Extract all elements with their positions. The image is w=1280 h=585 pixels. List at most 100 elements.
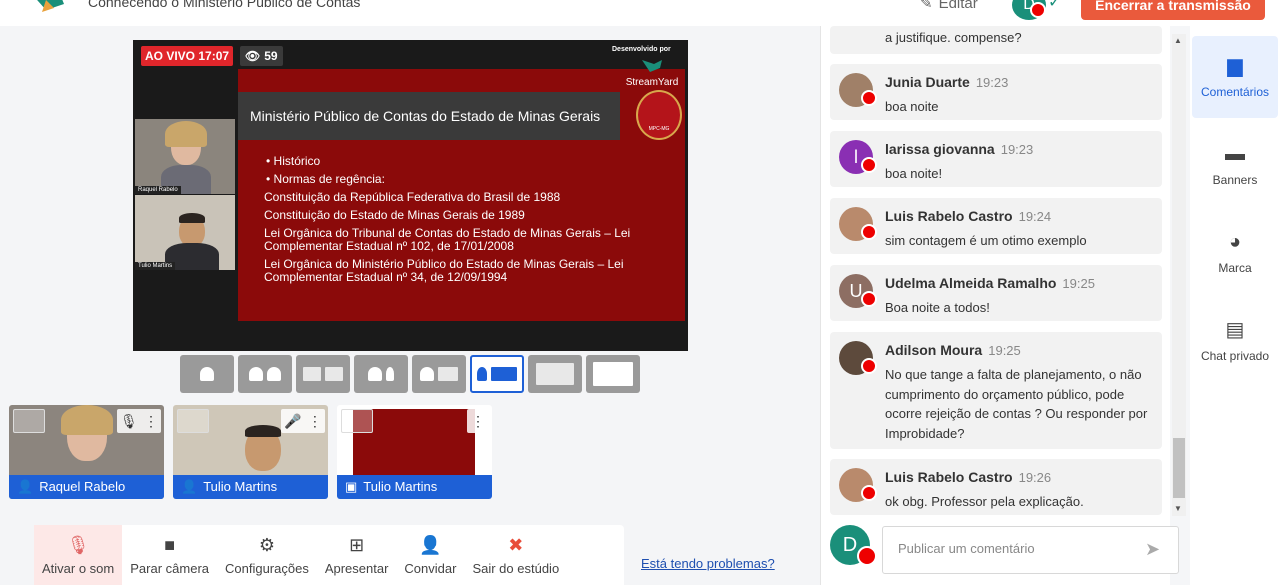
- message-time: 19:23: [975, 75, 1009, 90]
- more-icon[interactable]: ⋮: [308, 413, 322, 430]
- message-text: Boa noite a todos!: [885, 300, 990, 315]
- send-icon[interactable]: ➤: [1145, 539, 1160, 560]
- layout-fullscreen-button[interactable]: [586, 355, 640, 393]
- youtube-badge-icon: [861, 224, 877, 240]
- nav-comments[interactable]: ▆ Comentários: [1192, 36, 1278, 118]
- slide-line: Constituição do Estado de Minas Gerais d…: [264, 208, 525, 222]
- developed-by-label: Desenvolvido por: [612, 46, 671, 53]
- nav-banners[interactable]: ▬ Banners: [1192, 124, 1278, 206]
- add-to-stage-icon[interactable]: [177, 409, 209, 433]
- layout-group-button[interactable]: [238, 355, 292, 393]
- person-icon: 👤: [181, 479, 198, 494]
- youtube-badge-icon: [861, 358, 877, 374]
- chat-message[interactable]: Luis Rabelo Castro 19:24 sim contagem é u…: [830, 198, 1162, 254]
- edit-button[interactable]: ✎ Editar: [920, 0, 978, 12]
- mpc-emblem-icon: MPC-MG: [636, 90, 682, 140]
- message-text: No que tange a falta de planejamento, o …: [885, 367, 1148, 441]
- pencil-icon: ✎: [920, 0, 933, 12]
- gear-icon: ⚙: [258, 534, 275, 555]
- slide-line: Lei Orgânica do Tribunal de Contas do Es…: [264, 226, 631, 253]
- more-icon[interactable]: ⋮: [471, 413, 485, 430]
- stage-camera-name: Raquel Rabelo: [135, 186, 181, 194]
- chat-message[interactable]: l larissa giovanna 19:23 boa noite!: [830, 131, 1162, 187]
- layout-selector: [180, 355, 640, 393]
- chat-scrollbar-thumb[interactable]: [1173, 438, 1185, 498]
- streamyard-logo-icon: [37, 0, 64, 12]
- comment-input[interactable]: [898, 541, 1128, 556]
- close-circle-icon: ✖: [508, 534, 524, 555]
- message-author: Udelma Almeida Ramalho 19:25: [885, 275, 1095, 291]
- layout-group-2-button[interactable]: [296, 355, 350, 393]
- add-to-stage-icon[interactable]: [13, 409, 45, 433]
- invite-label: Convidar: [404, 560, 457, 576]
- screen-share-icon: ▣: [345, 479, 358, 494]
- scroll-up-icon[interactable]: ▲: [1174, 36, 1182, 45]
- layout-side-by-side-button[interactable]: [412, 355, 466, 393]
- add-to-stage-icon[interactable]: [341, 409, 373, 433]
- studio-controls: 🎙 Ativar o som ■ Parar câmera ⚙ Configur…: [34, 525, 624, 585]
- thumb-controls: 🎙 ⋮: [117, 409, 161, 433]
- slide-line: Lei Orgânica do Ministério Público do Es…: [264, 257, 624, 284]
- edit-label: Editar: [938, 0, 978, 12]
- chat-message[interactable]: Junia Duarte 19:23 boa noite: [830, 64, 1162, 120]
- present-button[interactable]: ⊞ Apresentar: [317, 525, 397, 585]
- side-nav: ▆ Comentários ▬ Banners ◕ Marca ▤ Chat p…: [1190, 26, 1280, 585]
- present-label: Apresentar: [324, 560, 389, 576]
- settings-label: Configurações: [225, 560, 309, 576]
- nav-private-chat[interactable]: ▤ Chat privado: [1192, 300, 1278, 382]
- camera-icon: ■: [164, 534, 176, 555]
- nav-brand[interactable]: ◕ Marca: [1192, 212, 1278, 294]
- person-icon: 👤: [17, 479, 34, 494]
- slide-body: • Histórico • Normas de regência: Consti…: [264, 154, 676, 289]
- layout-solo-button[interactable]: [180, 355, 234, 393]
- slide-line: Constituição da República Federativa do …: [264, 190, 561, 204]
- palette-icon: ◕: [1228, 231, 1242, 253]
- mic-icon[interactable]: 🎤: [284, 413, 301, 430]
- mic-muted-icon[interactable]: 🎙: [120, 413, 138, 430]
- layout-presentation-only-button[interactable]: [528, 355, 582, 393]
- chat-message[interactable]: Luis Rabelo Castro 19:26 ok obg. Professo…: [830, 459, 1162, 515]
- participant-thumb-screen[interactable]: ⋮ ▣ Tulio Martins: [337, 405, 492, 499]
- message-time: 19:25: [988, 343, 1021, 358]
- participant-name: Raquel Rabelo: [39, 479, 126, 494]
- participant-thumb-raquel[interactable]: 🎙 ⋮ 👤 Raquel Rabelo: [9, 405, 164, 499]
- layout-leader-button[interactable]: [354, 355, 408, 393]
- unmute-button[interactable]: 🎙 Ativar o som: [34, 525, 123, 585]
- invite-button[interactable]: 👤 Convidar: [396, 525, 464, 585]
- message-time: 19:23: [1000, 142, 1034, 157]
- settings-button[interactable]: ⚙ Configurações: [217, 525, 317, 585]
- scroll-down-icon[interactable]: ▼: [1174, 504, 1182, 513]
- nav-label: Banners: [1212, 173, 1258, 187]
- participant-label: 👤 Raquel Rabelo: [9, 475, 164, 499]
- stop-camera-button[interactable]: ■ Parar câmera: [122, 525, 217, 585]
- thumb-controls: 🎤 ⋮: [281, 409, 325, 433]
- participant-name: Tulio Martins: [363, 479, 438, 494]
- message-time: 19:24: [1018, 209, 1052, 224]
- participant-label: ▣ Tulio Martins: [337, 475, 492, 499]
- present-screen-icon: ⊞: [349, 534, 365, 555]
- more-icon[interactable]: ⋮: [144, 413, 158, 430]
- private-chat-icon: ▤: [1225, 319, 1245, 341]
- message-author: Luis Rabelo Castro 19:24: [885, 208, 1052, 224]
- viewer-count: 59: [264, 49, 278, 63]
- message-text: ok obg. Professor pela explicação.: [885, 494, 1084, 509]
- message-text: sim contagem é um otimo exemplo: [885, 233, 1087, 248]
- youtube-badge-icon: [861, 485, 877, 501]
- message-time: 19:25: [1062, 276, 1095, 291]
- message-text: a justifique. compense?: [885, 30, 1022, 45]
- layout-presentation-button[interactable]: [470, 355, 524, 393]
- live-badge: AO VIVO 17:07: [141, 46, 234, 66]
- chat-message[interactable]: Adilson Moura 19:25 No que tange a falta …: [830, 332, 1162, 449]
- thumb-controls: ⋮: [467, 409, 489, 433]
- viewers-badge: 👁 59: [240, 46, 283, 66]
- youtube-badge-icon: [861, 90, 877, 106]
- leave-studio-button[interactable]: ✖ Sair do estúdio: [464, 525, 567, 585]
- end-broadcast-button[interactable]: Encerrar a transmissão: [1081, 0, 1265, 20]
- slide-line: • Histórico: [266, 154, 321, 168]
- chat-message[interactable]: U Udelma Almeida Ramalho 19:25 Boa noite …: [830, 265, 1162, 321]
- emblem-text: MPC-MG: [648, 126, 670, 132]
- problems-link[interactable]: Está tendo problemas?: [641, 556, 775, 571]
- participant-thumb-tulio[interactable]: 🎤 ⋮ 👤 Tulio Martins: [173, 405, 328, 499]
- nav-label: Marca: [1218, 261, 1252, 275]
- stage-camera-tulio: Tulio Martins: [135, 195, 235, 270]
